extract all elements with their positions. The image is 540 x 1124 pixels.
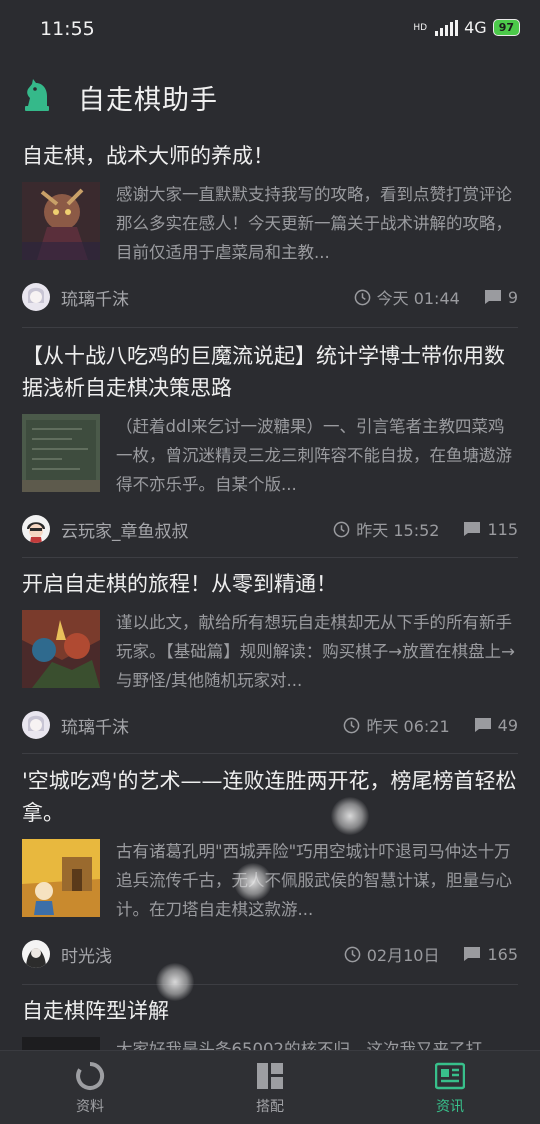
clock-icon [344,946,361,962]
comment-icon [464,947,481,961]
hd-indicator: HD [413,22,428,33]
article-thumbnail [22,610,100,688]
post-time: 昨天 06:21 [366,717,450,736]
divider [22,984,518,985]
article-card[interactable]: 开启自走棋的旅程！从零到精通！ 谨以此文，献给所有想玩自走棋却无从下手的所有新手… [22,568,518,743]
author-name[interactable]: 时光浅 [61,942,112,967]
post-time: 昨天 15:52 [356,521,440,540]
divider [22,327,518,328]
nav-item-combos[interactable]: 搭配 [180,1051,360,1124]
article-thumbnail [22,414,100,492]
comment-count: 165 [487,944,518,964]
news-icon [435,1062,465,1090]
nav-item-data[interactable]: 资料 [0,1051,180,1124]
signal-icon [435,19,459,36]
status-time: 11:55 [40,18,95,40]
article-meta: 时光浅 02月10日 165 [22,938,518,972]
network-type: 4G [464,18,487,37]
comment-icon [474,718,491,732]
article-card[interactable]: 自走棋，战术大师的养成！ 感谢大家一直默默支持我写的攻略，看到点赞打赏评论那么多… [22,140,518,315]
comment-count: 9 [507,287,518,307]
article-thumbnail [22,839,100,917]
app-header: 自走棋助手 [0,62,540,130]
battery-icon: 97 [492,19,520,36]
chess-knight-icon [25,79,49,111]
touch-indicator [331,797,369,835]
status-bar: 11:55 HD 4G 97 [0,0,540,60]
avatar[interactable] [22,515,50,543]
touch-indicator [234,863,272,901]
article-card[interactable]: 【从十战八吃鸡的巨魔流说起】统计学博士带你用数据浅析自走棋决策思路 （赶着ddl… [22,340,518,547]
article-thumbnail [22,182,100,260]
avatar[interactable] [22,283,50,311]
article-meta: 琉璃千沫 昨天 06:21 49 [22,709,518,743]
nav-label: 资料 [76,1099,104,1115]
article-meta: 云玩家_章鱼叔叔 昨天 15:52 115 [22,513,518,547]
comment-icon [464,522,481,536]
article-excerpt: 大家好我是头条65002的核不归，这次我又来了打 [116,1040,482,1050]
author-name[interactable]: 云玩家_章鱼叔叔 [61,517,189,542]
article-card[interactable]: '空城吃鸡'的艺术——连败连胜两开花，榜尾榜首轻松拿。 古有诸葛孔明"西城弄险"… [22,765,518,972]
article-excerpt: 谨以此文，献给所有想玩自走棋却无从下手的所有新手玩家。【基础篇】规则解读：购买棋… [116,613,515,690]
divider [22,753,518,754]
app-title: 自走棋助手 [78,85,218,116]
post-time: 02月10日 [366,946,440,965]
grid-icon [257,1063,283,1089]
nav-label: 资讯 [436,1099,464,1115]
article-title[interactable]: 【从十战八吃鸡的巨魔流说起】统计学博士带你用数据浅析自走棋决策思路 [22,340,518,404]
bottom-nav: 资料 搭配 资讯 [0,1050,540,1124]
comment-count: 49 [497,715,518,735]
article-excerpt: 感谢大家一直默默支持我写的攻略，看到点赞打赏评论那么多实在感人！今天更新一篇关于… [116,185,512,262]
article-title[interactable]: 自走棋阵型详解 [22,995,518,1027]
article-thumbnail [22,1037,100,1050]
nav-label: 搭配 [256,1099,284,1115]
clock-icon [354,289,370,305]
divider [22,557,518,558]
article-title[interactable]: 开启自走棋的旅程！从零到精通！ [22,568,518,600]
article-excerpt: 古有诸葛孔明"西城弄险"巧用空城计吓退司马仲达十万追兵流传千古，无人不佩服武侯的… [116,842,512,919]
comment-count: 115 [487,519,518,539]
article-meta: 琉璃千沫 今天 01:44 9 [22,281,518,315]
clock-icon [344,717,360,733]
article-title[interactable]: 自走棋，战术大师的养成！ [22,140,518,172]
clock-icon [333,521,350,537]
article-card[interactable]: 自走棋阵型详解 大家好我是头条65002的核不归，这次我又来了打 [22,995,518,1050]
nav-item-news[interactable]: 资讯 [360,1051,540,1124]
article-excerpt: （赶着ddl来乞讨一波糖果）一、引言笔者主教四菜鸡一枚，曾沉迷精灵三龙三刺阵容不… [116,417,512,494]
ring-icon [76,1061,105,1090]
avatar[interactable] [22,940,50,968]
post-time: 今天 01:44 [376,289,460,308]
avatar[interactable] [22,711,50,739]
touch-indicator [156,963,194,1001]
comment-icon [484,290,501,304]
status-icons: HD 4G 97 [413,18,520,37]
author-name[interactable]: 琉璃千沫 [61,285,129,310]
article-title[interactable]: '空城吃鸡'的艺术——连败连胜两开花，榜尾榜首轻松拿。 [22,765,518,829]
author-name[interactable]: 琉璃千沫 [61,713,129,738]
